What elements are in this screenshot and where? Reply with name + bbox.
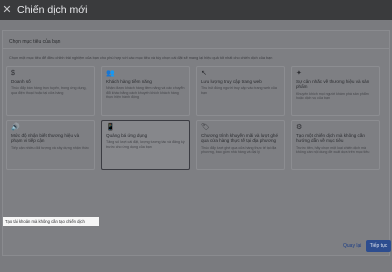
card-title: Sự cân nhắc về thương hiệu và sản phẩm — [296, 79, 370, 90]
objective-card-brand-consideration[interactable]: ✦ Sự cân nhắc về thương hiệu và sản phẩm… — [291, 66, 380, 116]
card-description: Trước tiên, hãy chọn một loại chiến dịch… — [296, 145, 370, 155]
card-description: Khuyến khích mọi người khám phá sản phẩm… — [296, 91, 369, 101]
objective-card-local-store-visits[interactable]: 🏷 Chương trình khuyến mãi và lượt ghé qu… — [196, 120, 285, 170]
card-description: Tiếp cận nhiều đối tượng và xây dựng nhậ… — [11, 145, 89, 150]
card-description: Thúc đẩy bán hàng trực tuyến, trong ứng … — [11, 86, 87, 95]
people-icon: 👥 — [106, 70, 115, 77]
continue-button[interactable]: Tiếp tục — [366, 240, 391, 252]
card-title: Khách hàng tiềm năng — [106, 79, 152, 84]
card-title: Lưu lượng truy cập trang web — [201, 79, 262, 84]
card-description: Nhận được khách hàng tiềm năng và các ch… — [106, 86, 185, 100]
objective-panel: Chọn mục tiêu của bạn Chọn một mục tiêu … — [2, 30, 391, 256]
card-title: Quảng bá ứng dụng — [106, 133, 148, 138]
sparkle-icon: ✦ — [296, 70, 302, 77]
title-bar: ✕ Chiến dịch mới — [0, 0, 392, 20]
card-description: Tăng số lượt cài đặt, lượng tương tác và… — [106, 140, 185, 149]
card-title: Mức độ nhận biết thương hiệu và phạm vi … — [11, 133, 80, 144]
section-subtitle: Chọn một mục tiêu để điều chỉnh trải ngh… — [9, 56, 273, 60]
close-icon[interactable]: ✕ — [0, 0, 14, 20]
cursor-click-icon: ↖ — [201, 70, 207, 77]
objective-card-brand-awareness[interactable]: 🔊 Mức độ nhận biết thương hiệu và phạm v… — [6, 120, 95, 170]
objective-card-website-traffic[interactable]: ↖ Lưu lượng truy cập trang web Thu hút đ… — [196, 66, 285, 116]
back-button[interactable]: Quay lại — [343, 243, 361, 249]
card-title: Chương trình khuyến mãi và lượt ghé qua … — [201, 133, 279, 144]
store-pin-icon: 🏷 — [201, 124, 210, 131]
card-title: Tạo một chiến dịch mà không cần hướng dẫ… — [296, 133, 365, 144]
objective-grid: $ Doanh số Thúc đẩy bán hàng trực tuyến,… — [6, 66, 380, 170]
objective-card-leads[interactable]: 👥 Khách hàng tiềm năng Nhận được khách h… — [101, 66, 190, 116]
objective-card-app-promotion[interactable]: 📱 Quảng bá ứng dụng Tăng số lượt cài đặt… — [101, 120, 190, 170]
divider — [3, 48, 389, 49]
objective-card-sales[interactable]: $ Doanh số Thúc đẩy bán hàng trực tuyến,… — [6, 66, 95, 116]
speaker-icon: 🔊 — [11, 124, 20, 131]
dollar-icon: $ — [11, 70, 15, 77]
card-title: Doanh số — [11, 79, 31, 84]
section-heading: Chọn mục tiêu của bạn — [9, 39, 61, 45]
card-description: Thu hút đúng người truy cập vào trang we… — [201, 86, 277, 95]
objective-card-no-goal[interactable]: ⚙ Tạo một chiến dịch mà không cần hướng … — [291, 120, 380, 170]
content-area: Chọn mục tiêu của bạn Chọn một mục tiêu … — [0, 20, 392, 272]
phone-icon: 📱 — [106, 124, 115, 131]
create-account-link[interactable]: Tạo tài khoản mà không cần tạo chiến dịc… — [3, 217, 99, 226]
card-description: Thúc đẩy lượt ghé qua cửa hàng thực tế t… — [201, 145, 277, 155]
gear-icon: ⚙ — [296, 124, 303, 131]
page-title: Chiến dịch mới — [17, 4, 88, 16]
